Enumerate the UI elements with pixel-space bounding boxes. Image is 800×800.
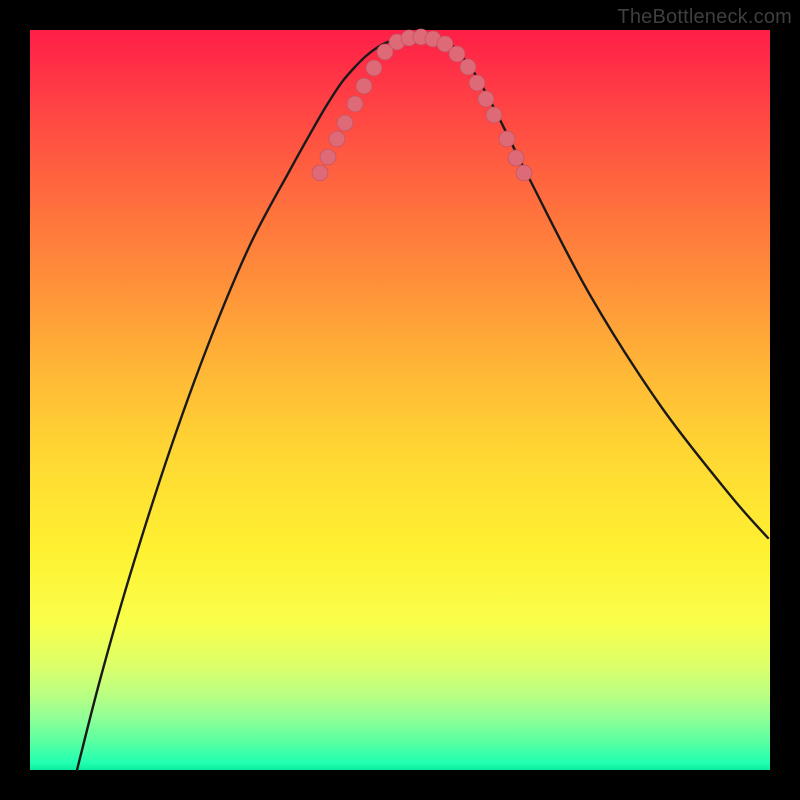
bead-point — [486, 107, 502, 123]
bead-point — [347, 96, 363, 112]
watermark-text: TheBottleneck.com — [617, 6, 792, 29]
bead-point — [499, 131, 515, 147]
bead-point — [449, 46, 465, 62]
bead-point — [469, 75, 485, 91]
bead-point — [329, 131, 345, 147]
bead-point — [312, 165, 328, 181]
bottleneck-curve — [77, 36, 768, 770]
bead-point — [337, 115, 353, 131]
bead-point — [508, 150, 524, 166]
bead-point — [356, 78, 372, 94]
bead-point — [460, 59, 476, 75]
bead-point — [516, 165, 532, 181]
bead-point — [478, 91, 494, 107]
plot-area — [30, 30, 770, 770]
bead-point — [366, 60, 382, 76]
bead-point — [320, 149, 336, 165]
bead-group — [312, 29, 532, 181]
curve-svg — [30, 30, 770, 770]
chart-frame: TheBottleneck.com — [0, 0, 800, 800]
